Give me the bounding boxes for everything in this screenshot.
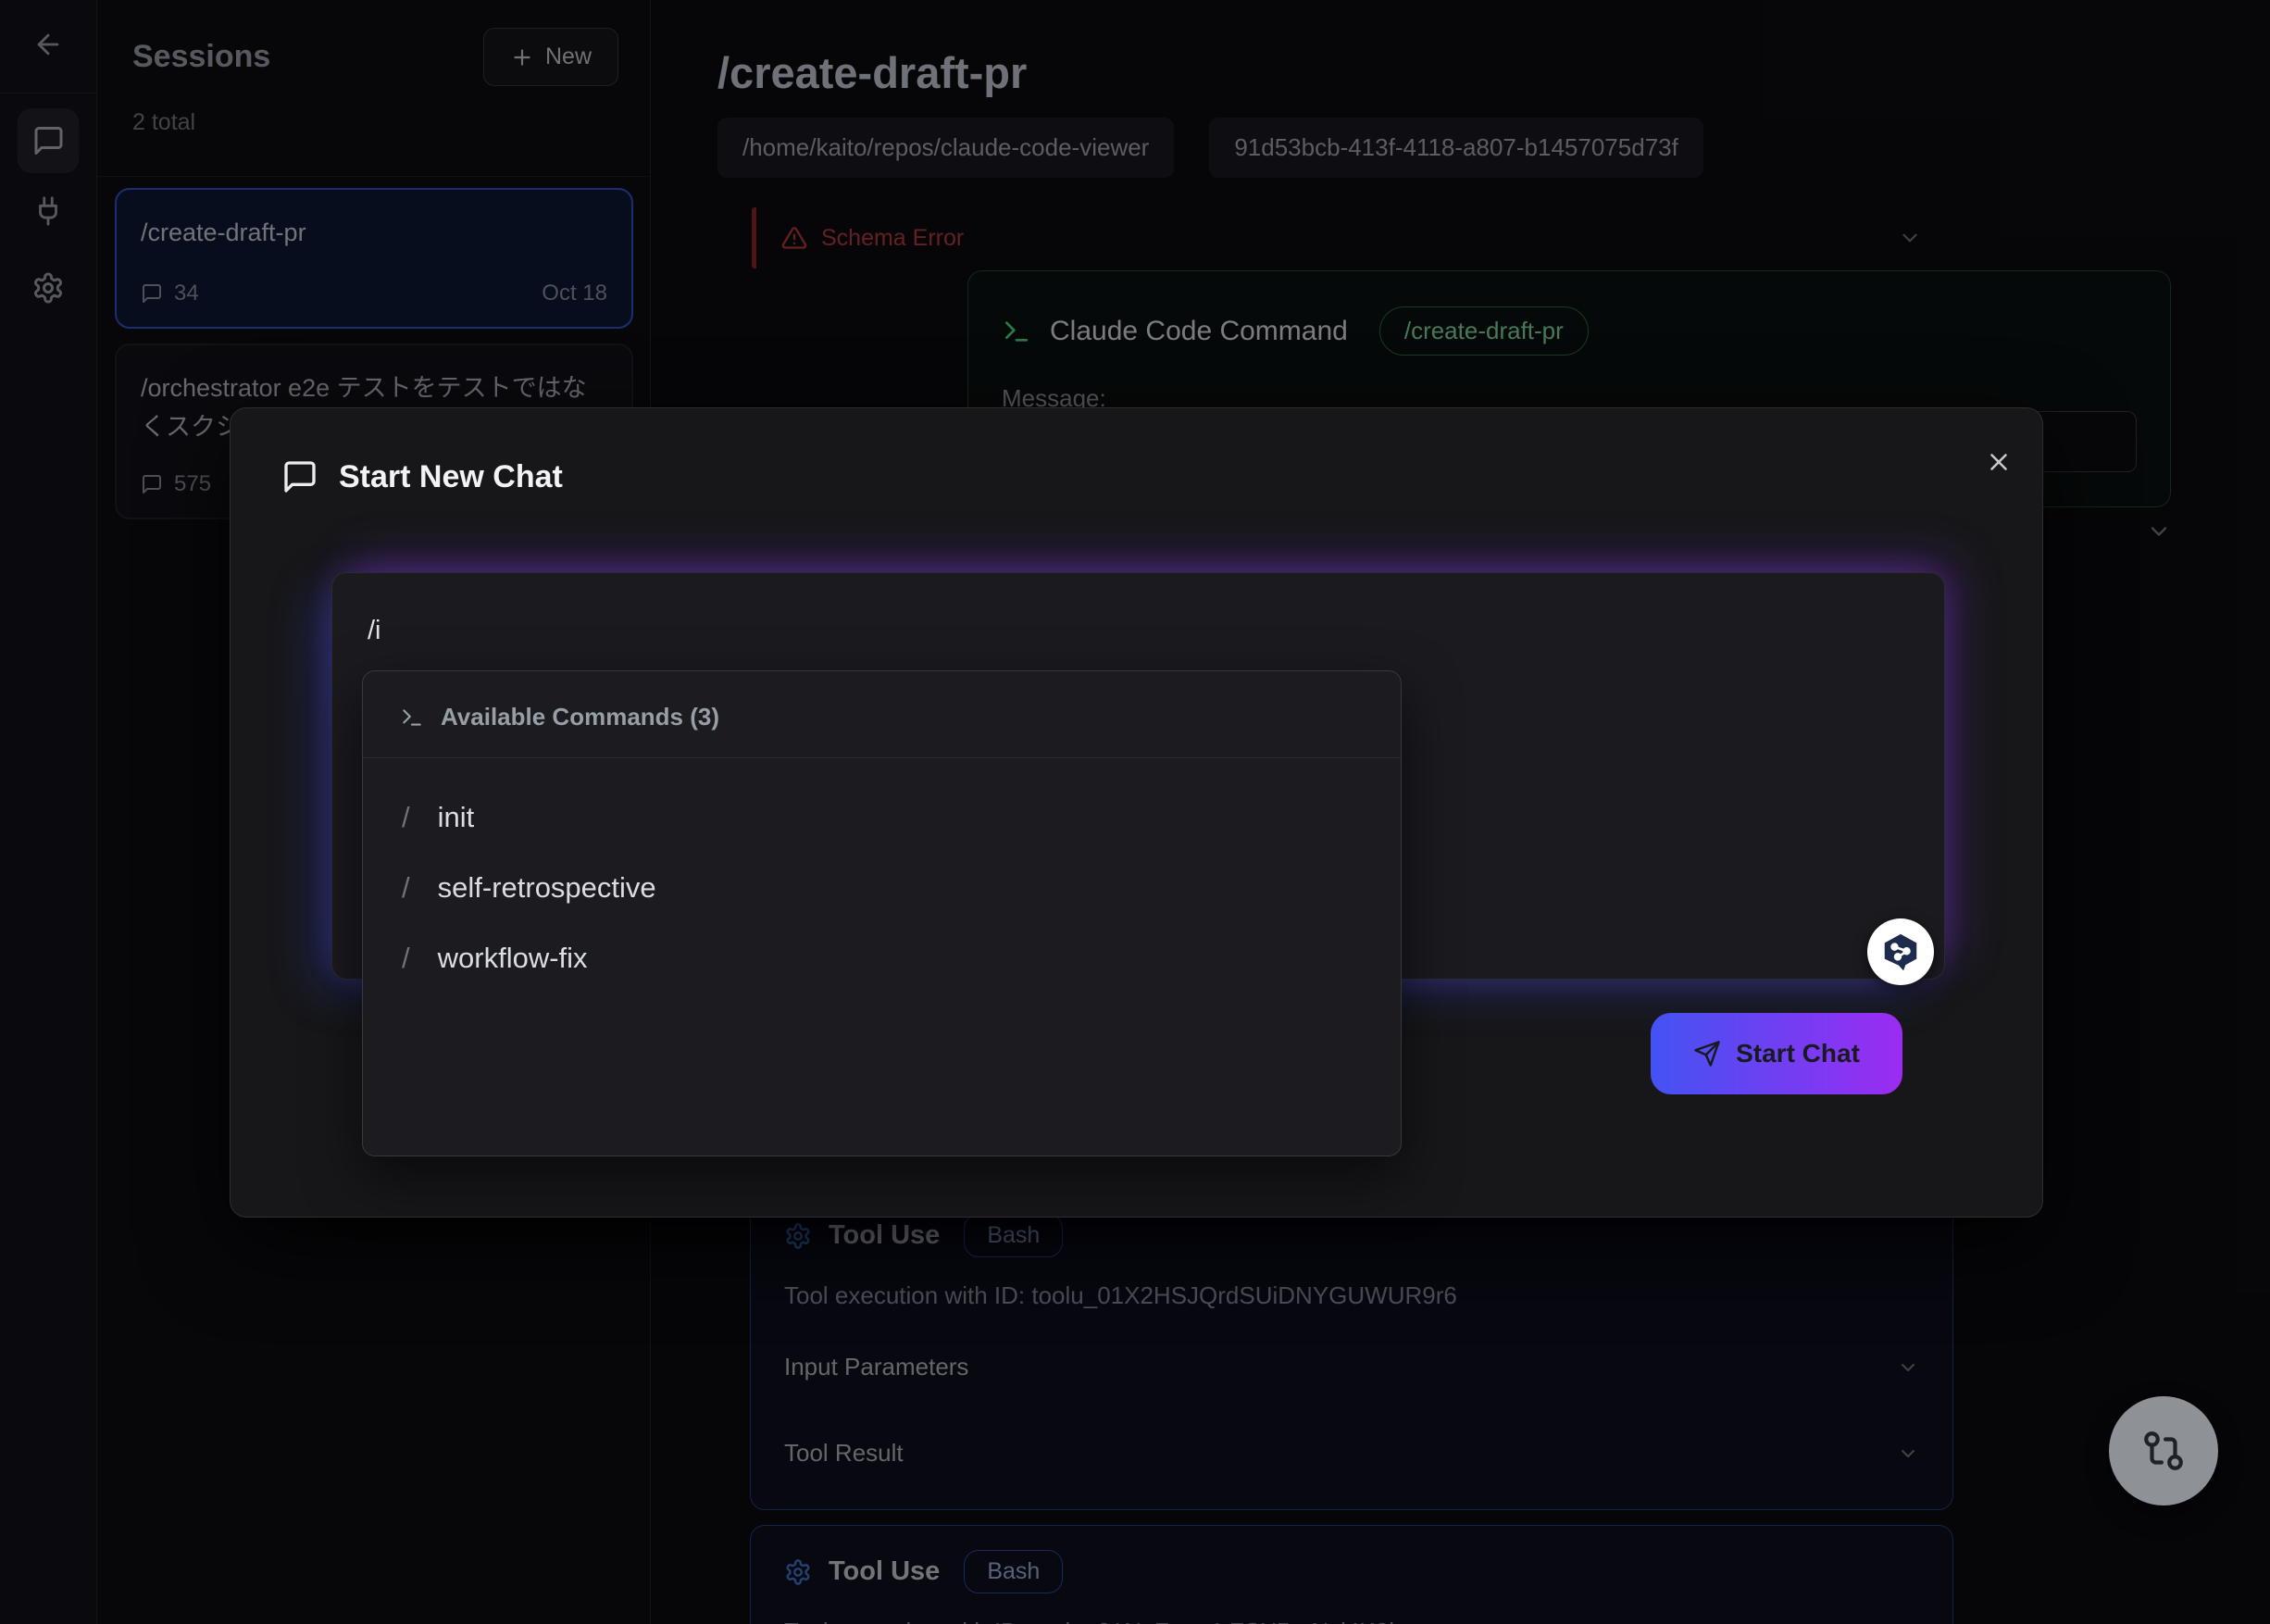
app-root: Sessions New 2 total /create-draft-pr 34… [0, 0, 2270, 1624]
chat-input-value: /i [368, 616, 381, 646]
start-new-chat-modal: Start New Chat /i Available Commands (3)… [230, 407, 2043, 1218]
share-bubble-logo-icon [1879, 931, 1922, 973]
command-item-workflow-fix[interactable]: / workflow-fix [402, 923, 1362, 993]
send-icon [1693, 1040, 1721, 1068]
command-prefix: / [402, 871, 410, 905]
available-commands-label: Available Commands (3) [441, 703, 719, 731]
command-item-self-retrospective[interactable]: / self-retrospective [402, 853, 1362, 923]
modal-title: Start New Chat [339, 459, 563, 495]
command-prefix: / [402, 801, 410, 834]
command-list: / init / self-retrospective / workflow-f… [363, 758, 1401, 1018]
command-item-init[interactable]: / init [402, 782, 1362, 853]
extension-logo-button[interactable] [1867, 918, 1934, 985]
close-modal-button[interactable] [1985, 442, 2026, 482]
close-icon [1985, 448, 2013, 476]
chat-bubble-icon [281, 458, 318, 495]
command-prefix: / [402, 942, 410, 975]
commands-dropdown-header: Available Commands (3) [363, 671, 1401, 757]
git-compare-fab[interactable] [2109, 1396, 2218, 1505]
commands-dropdown: Available Commands (3) / init / self-ret… [362, 670, 1402, 1156]
start-chat-button[interactable]: Start Chat [1651, 1013, 1902, 1094]
modal-header: Start New Chat [281, 458, 563, 495]
terminal-icon [400, 706, 424, 730]
command-name: init [438, 801, 475, 834]
command-name: self-retrospective [438, 871, 656, 905]
git-compare-icon [2140, 1428, 2187, 1474]
start-chat-label: Start Chat [1736, 1039, 1860, 1068]
command-name: workflow-fix [438, 942, 588, 975]
